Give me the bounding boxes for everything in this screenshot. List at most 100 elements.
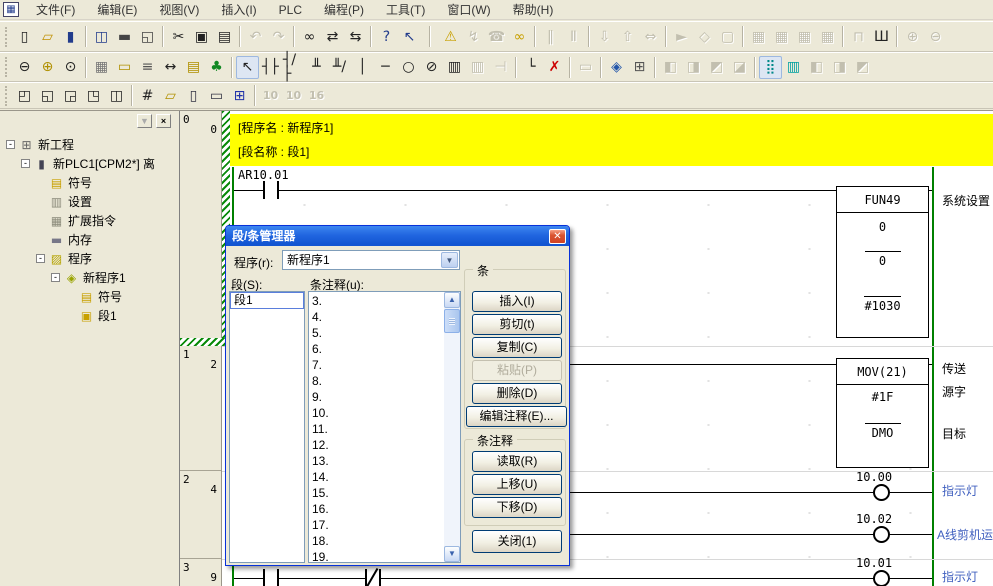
insert-button[interactable]: 插入(I) xyxy=(472,291,562,312)
tree-item-new-plc1[interactable]: -▮新PLC1[CPM2*] 离 xyxy=(2,154,176,173)
tree-item-program[interactable]: -▨程序 xyxy=(2,249,176,268)
replace-symbol-button[interactable]: ⇄ xyxy=(321,25,344,48)
rung-margin-cell[interactable]: 0 0 xyxy=(180,111,221,346)
send-changes-button[interactable]: ◈ xyxy=(605,56,628,79)
view-report-button[interactable]: ◫ xyxy=(90,25,113,48)
section-list[interactable]: 段1 xyxy=(229,291,305,563)
rung-comment-item[interactable]: 14. xyxy=(309,469,443,485)
rung-comment-item[interactable]: 4. xyxy=(309,309,443,325)
block-list-button[interactable]: ▤ xyxy=(182,56,205,79)
help-button[interactable]: ? xyxy=(375,25,398,48)
time-chart-monitor-button[interactable]: Ш xyxy=(870,25,893,48)
rung-comment-item[interactable]: 19. xyxy=(309,549,443,563)
menu-edit[interactable]: 编辑(E) xyxy=(86,0,148,20)
window-properties-button[interactable]: ◫ xyxy=(105,84,128,107)
rung-margin-cell[interactable]: 2 4 xyxy=(180,471,221,559)
menu-file[interactable]: 文件(F) xyxy=(25,0,86,20)
statement-list-button[interactable]: ≡ xyxy=(136,56,159,79)
menu-plc[interactable]: PLC xyxy=(268,0,313,20)
rung-comment-button[interactable]: ▭ xyxy=(113,56,136,79)
horizontal-line-button[interactable]: ─ xyxy=(374,56,397,79)
rung-comment-item[interactable]: 15. xyxy=(309,485,443,501)
tree-item-expansion-instructions[interactable]: ▦扩展指令 xyxy=(2,211,176,230)
rung-comment-item[interactable]: 16. xyxy=(309,501,443,517)
coil3[interactable] xyxy=(873,570,890,586)
rung-comment-item[interactable]: 8. xyxy=(309,373,443,389)
contact-bar[interactable] xyxy=(263,181,265,199)
move-up-button[interactable]: 上移(U) xyxy=(472,474,562,495)
tree-item-new-project[interactable]: -⊞新工程 xyxy=(2,135,176,154)
rung-comment-item[interactable]: 13. xyxy=(309,453,443,469)
delete-button[interactable]: 删除(D) xyxy=(472,383,562,404)
fun49-instruction-block[interactable]: FUN49 0 0 #1030 xyxy=(836,186,929,338)
rung-spacing-button[interactable]: ↔ xyxy=(159,56,182,79)
contact-or-no-button[interactable]: ╨ xyxy=(305,56,328,79)
tree-item-memory[interactable]: ▬内存 xyxy=(2,230,176,249)
print-preview-button[interactable]: ◱ xyxy=(136,25,159,48)
tree-collapse-toggle[interactable]: - xyxy=(36,254,45,263)
line-connect-button[interactable]: └ xyxy=(520,56,543,79)
tree-item-section-1[interactable]: ▣段1 xyxy=(2,306,176,325)
watch-window-button[interactable]: ⣿ xyxy=(759,56,782,79)
window-mnemonic-button[interactable]: ◲ xyxy=(59,84,82,107)
context-help-button[interactable]: ↖ xyxy=(398,25,421,48)
copy-button[interactable]: ▣ xyxy=(190,25,213,48)
menu-view[interactable]: 视图(V) xyxy=(148,0,210,20)
dialog-title-bar[interactable]: 段/条管理器 xyxy=(226,226,569,246)
dialog-close-icon[interactable]: ✕ xyxy=(549,229,566,244)
menu-tools[interactable]: 工具(T) xyxy=(375,0,436,20)
window-symbols-button[interactable]: ◳ xyxy=(82,84,105,107)
window-diagram-button[interactable]: ◱ xyxy=(36,84,59,107)
contact-no-button[interactable]: ┤├ xyxy=(259,56,282,79)
workspace-dropdown-button[interactable]: ▼ xyxy=(137,114,152,128)
cut-button[interactable]: 剪切(t) xyxy=(472,314,562,335)
read-button[interactable]: 读取(R) xyxy=(472,451,562,472)
save-button[interactable]: ▮ xyxy=(59,25,82,48)
find-button[interactable]: ∞ xyxy=(298,25,321,48)
coil1[interactable] xyxy=(873,484,890,501)
scrollbar[interactable]: ▲ ▼ xyxy=(444,292,460,562)
tree-item-program-symbols[interactable]: ▤符号 xyxy=(2,287,176,306)
rung-comment-list[interactable]: 3.4.5.6.7.8.9.10.11.12.13.14.15.16.17.18… xyxy=(308,291,461,563)
move-down-button[interactable]: 下移(D) xyxy=(472,497,562,518)
tree-item-symbols[interactable]: ▤符号 xyxy=(2,173,176,192)
rung-comment-item[interactable]: 9. xyxy=(309,389,443,405)
tree-collapse-toggle[interactable]: - xyxy=(6,140,15,149)
rung-comment-item[interactable]: 11. xyxy=(309,421,443,437)
grid-toggle-button[interactable]: ▦ xyxy=(90,56,113,79)
contact-bar[interactable] xyxy=(263,569,265,586)
mnemonic-tree-button[interactable]: ♣ xyxy=(205,56,228,79)
memory-view-button[interactable]: ⊞ xyxy=(228,84,251,107)
mov-instruction-block[interactable]: MOV(21) #1F DMO xyxy=(836,358,929,468)
zoom-out-button[interactable]: ⊖ xyxy=(13,56,36,79)
tree-collapse-toggle[interactable]: - xyxy=(51,273,60,282)
rung-margin-cell[interactable]: 3 9 xyxy=(180,559,221,586)
replace-address-button[interactable]: ⇆ xyxy=(344,25,367,48)
work-online-button[interactable]: ⚠ xyxy=(439,25,462,48)
zoom-custom-button[interactable]: ⊕ xyxy=(36,56,59,79)
io-table-window-button[interactable]: ▭ xyxy=(205,84,228,107)
window-cascade-button[interactable]: ◰ xyxy=(13,84,36,107)
workspace-close-button[interactable]: × xyxy=(156,114,171,128)
rung-comment-item[interactable]: 7. xyxy=(309,357,443,373)
chevron-down-icon[interactable]: ▼ xyxy=(441,252,458,268)
cut-button[interactable]: ✂ xyxy=(167,25,190,48)
scrollbar-up-button[interactable]: ▲ xyxy=(444,292,460,308)
open-file-button[interactable]: ▱ xyxy=(36,25,59,48)
tree-collapse-toggle[interactable]: - xyxy=(21,159,30,168)
contact-or-nc-button[interactable]: ╨/ xyxy=(328,56,351,79)
new-file-button[interactable]: ▯ xyxy=(13,25,36,48)
coil2[interactable] xyxy=(873,526,890,543)
menu-help[interactable]: 帮助(H) xyxy=(502,0,565,20)
rung-comment-item[interactable]: 18. xyxy=(309,533,443,549)
contact-nc-button[interactable]: ┤/├ xyxy=(282,56,305,79)
tree-item-settings[interactable]: ▥设置 xyxy=(2,192,176,211)
rung-comment-item[interactable]: 10. xyxy=(309,405,443,421)
coil-button[interactable]: ○ xyxy=(397,56,420,79)
menu-insert[interactable]: 插入(I) xyxy=(210,0,267,20)
program-combobox[interactable]: 新程序1 ▼ xyxy=(282,250,460,270)
line-delete-button[interactable]: ✗ xyxy=(543,56,566,79)
rung-comment-item[interactable]: 5. xyxy=(309,325,443,341)
menu-program[interactable]: 编程(P) xyxy=(313,0,375,20)
rung-comment-item[interactable]: 17. xyxy=(309,517,443,533)
